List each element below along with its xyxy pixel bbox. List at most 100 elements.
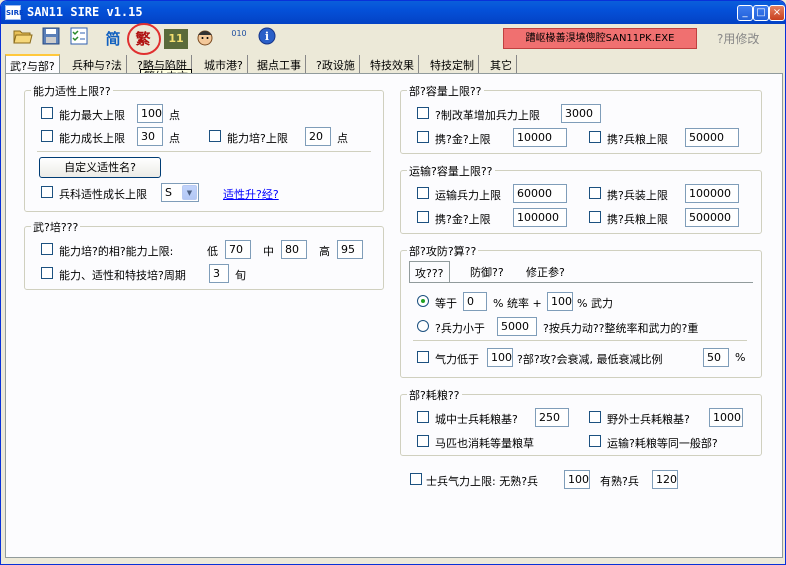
city-food-checkbox[interactable]	[417, 411, 429, 423]
tab-skill-effects[interactable]: 特技效果	[366, 55, 419, 73]
transport-capacity-group: 运输?容量上限?? 运输兵力上限 60000 携?兵装上限 100000 携?金…	[400, 163, 762, 234]
apply-changes-button[interactable]: ?用修改	[717, 30, 759, 47]
low-label: 低	[207, 245, 218, 258]
aptitude-exp-link[interactable]: 适性升?经?	[223, 186, 279, 202]
transport-gold-input[interactable]: 100000	[513, 208, 567, 227]
max-ability-checkbox[interactable]	[41, 107, 53, 119]
morale-unskilled-input[interactable]: 100	[564, 470, 590, 489]
morale-limit-checkbox[interactable]	[410, 473, 422, 485]
horse-food-checkbox[interactable]	[417, 435, 429, 447]
food-consumption-group: 部?耗粮?? 城中士兵耗粮基? 250 野外士兵耗粮基? 1000 马匹也消耗等…	[400, 387, 762, 456]
unit-capacity-group: 部?容量上限?? ?制改革增加兵力上限 3000 携?金?上限 10000 携?…	[400, 83, 762, 154]
morale-below-desc: ?部?攻?会衰减, 最低衰减比例	[517, 353, 663, 366]
aptitude-growth-checkbox[interactable]	[41, 186, 53, 198]
tab-troops[interactable]: 兵种与?法	[68, 55, 127, 73]
toolbar: 简 繁 11 010 i 蹧岖椽善湨墝傯腔SAN11PK.EXE ?用修改	[1, 23, 785, 55]
train-period-input[interactable]: 3	[209, 264, 229, 283]
checklist-icon[interactable]	[67, 27, 91, 51]
app-window: SIRE SAN11 SIRE v1.15 _ □ × 简 繁 11 010 i…	[0, 0, 786, 565]
group-title: 运输?容量上限??	[407, 163, 495, 179]
train-limit-input[interactable]: 20	[305, 127, 331, 146]
city-food-input[interactable]: 250	[535, 408, 569, 427]
tab-facilities[interactable]: ?政设施	[312, 55, 360, 73]
morale-below-input[interactable]: 100	[487, 348, 513, 367]
food-limit-checkbox[interactable]	[589, 131, 601, 143]
app-icon: SIRE	[5, 5, 24, 20]
chevron-down-icon[interactable]: ▼	[182, 185, 197, 200]
unit-label: %	[735, 351, 746, 364]
min-decay-input[interactable]: 50	[703, 348, 729, 367]
food-limit-input[interactable]: 50000	[685, 128, 739, 147]
food-limit-label: 携?兵粮上限	[607, 133, 668, 146]
leadership-label: % 统率 +	[493, 297, 542, 310]
transport-food-checkbox[interactable]	[589, 211, 601, 223]
mid-input[interactable]: 80	[281, 240, 307, 259]
attack-defense-group: 部?攻防?算?? 攻??? 防御?? 修正参? 等于 0 % 统率 + 100 …	[400, 243, 762, 378]
tab-modifier[interactable]: 修正参?	[521, 261, 570, 283]
info-icon[interactable]: i	[255, 27, 279, 51]
morale-below-checkbox[interactable]	[417, 351, 429, 363]
city-food-label: 城中士兵耗粮基?	[435, 413, 518, 426]
high-input[interactable]: 95	[337, 240, 363, 259]
mid-label: 中	[263, 245, 274, 258]
open-folder-icon[interactable]	[11, 27, 35, 51]
troop-less-radio[interactable]	[417, 320, 429, 332]
field-food-input[interactable]: 1000	[709, 408, 743, 427]
transport-troop-checkbox[interactable]	[417, 187, 429, 199]
percent-input[interactable]: 100	[547, 292, 573, 311]
aptitude-growth-label: 兵科适性成长上限	[59, 188, 147, 201]
tab-defense[interactable]: 防御??	[465, 261, 509, 283]
unit-label: 点	[169, 132, 180, 145]
simplified-chinese-button[interactable]: 简	[101, 27, 125, 51]
binary-icon[interactable]: 010	[227, 27, 251, 51]
group-title: 部?攻防?算??	[407, 243, 479, 259]
transport-troop-input[interactable]: 60000	[513, 184, 567, 203]
minimize-button[interactable]: _	[737, 5, 753, 21]
transport-equip-checkbox[interactable]	[589, 187, 601, 199]
skilled-label: 有熟?兵	[600, 475, 639, 488]
train-limit-checkbox[interactable]	[209, 130, 221, 142]
custom-aptitude-button[interactable]: 自定义适性名?	[39, 157, 161, 178]
transport-food-input[interactable]: 500000	[685, 208, 739, 227]
transport-equip-input[interactable]: 100000	[685, 184, 739, 203]
gold-limit-checkbox[interactable]	[417, 131, 429, 143]
low-input[interactable]: 70	[225, 240, 251, 259]
group-title: 能力适性上限??	[31, 83, 113, 99]
tab-other[interactable]: 其它	[486, 55, 517, 73]
equal-radio[interactable]	[417, 295, 429, 307]
tab-cities[interactable]: 城市港?	[200, 55, 248, 73]
divider	[413, 340, 747, 341]
growth-limit-input[interactable]: 30	[137, 127, 163, 146]
game-icon[interactable]: 11	[164, 29, 188, 49]
gold-limit-input[interactable]: 10000	[513, 128, 567, 147]
maximize-button[interactable]: □	[753, 5, 769, 21]
reform-troop-input[interactable]: 3000	[561, 104, 601, 123]
tab-strongholds[interactable]: 据点工事	[253, 55, 306, 73]
field-food-checkbox[interactable]	[589, 411, 601, 423]
train-period-label: 能力、适性和特技培?周期	[59, 269, 186, 282]
troop-less-input[interactable]: 5000	[497, 317, 537, 336]
train-period-checkbox[interactable]	[41, 267, 53, 279]
train-related-checkbox[interactable]	[41, 243, 53, 255]
transport-food-same-checkbox[interactable]	[589, 435, 601, 447]
save-icon[interactable]	[39, 27, 63, 51]
tab-bar: 武?与部? 兵种与?法 ?略与陷阱 城市港? 据点工事 ?政设施 特技效果 特技…	[5, 54, 785, 74]
morale-below-label: 气力低于	[435, 353, 479, 366]
reform-troop-checkbox[interactable]	[417, 107, 429, 119]
close-button[interactable]: ×	[769, 5, 785, 21]
max-ability-input[interactable]: 100	[137, 104, 163, 123]
title-bar[interactable]: SIRE SAN11 SIRE v1.15 _ □ ×	[1, 1, 785, 24]
transport-troop-label: 运输兵力上限	[435, 189, 501, 202]
character-face-icon[interactable]	[193, 27, 217, 51]
troop-less-desc: ?按兵力动??整统率和武力的?重	[543, 322, 699, 335]
unit-label: 点	[169, 109, 180, 122]
growth-limit-checkbox[interactable]	[41, 130, 53, 142]
tab-officers[interactable]: 武?与部?	[5, 54, 60, 74]
aptitude-select[interactable]: S ▼	[161, 183, 199, 202]
tab-attack[interactable]: 攻???	[409, 261, 450, 283]
growth-limit-label: 能力成长上限	[59, 132, 125, 145]
morale-skilled-input[interactable]: 120	[652, 470, 678, 489]
equal-input[interactable]: 0	[463, 292, 487, 311]
transport-gold-checkbox[interactable]	[417, 211, 429, 223]
tab-skill-custom[interactable]: 特技定制	[426, 55, 479, 73]
